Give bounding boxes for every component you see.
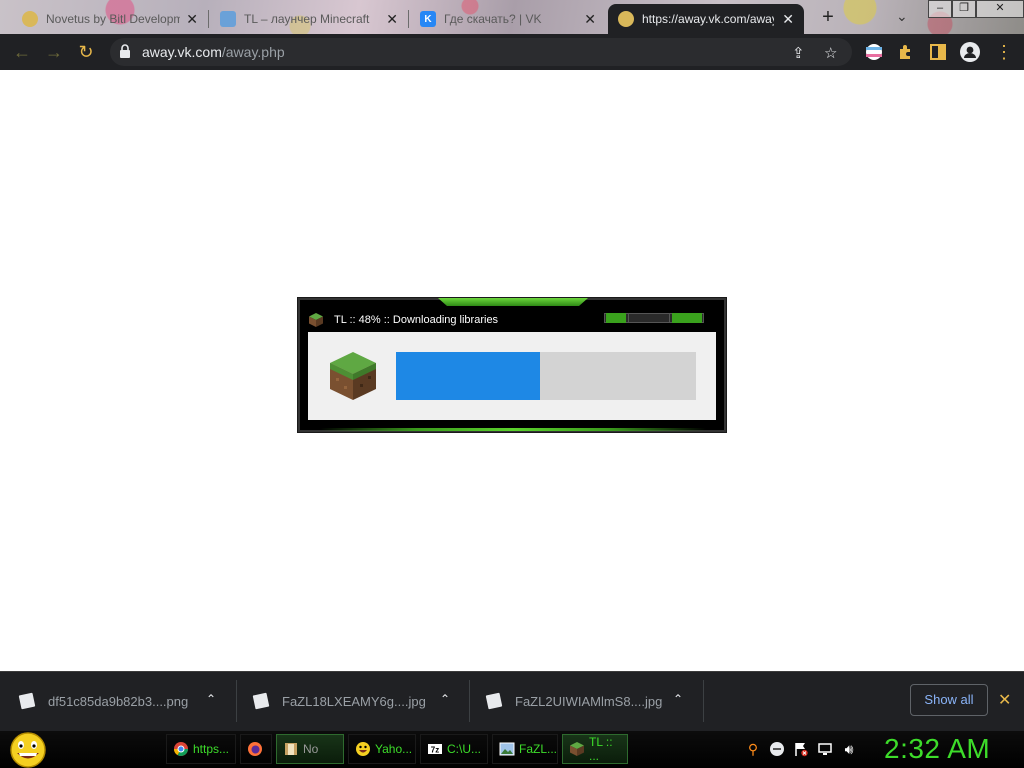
minimize-button[interactable]: –	[928, 0, 952, 18]
launcher-maximize-button[interactable]	[628, 313, 670, 323]
minecraft-block-icon	[570, 742, 584, 756]
close-window-button[interactable]: ✕	[976, 0, 1024, 18]
task-tl-launcher[interactable]: TL :: ...	[562, 734, 628, 764]
restore-button[interactable]: ❐	[952, 0, 976, 18]
chrome-icon	[174, 742, 188, 756]
profile-avatar-icon[interactable]	[960, 42, 980, 62]
menu-kebab-icon[interactable]: ⋮	[992, 40, 1016, 64]
tab-tl-launcher[interactable]: TL – лаунчер Minecraft ✕	[210, 4, 408, 34]
tab-strip: Novetus by Bitl Developm ✕ TL – лаунчер …	[0, 0, 1024, 34]
tab-close-icon[interactable]: ✕	[584, 11, 596, 28]
back-button[interactable]: ←	[10, 40, 34, 64]
task-7zip[interactable]: 7z C:\U...	[420, 734, 488, 764]
launcher-header: TL :: 48% :: Downloading libraries	[308, 310, 498, 330]
reload-button[interactable]: ↻	[74, 40, 98, 64]
tab-novetus[interactable]: Novetus by Bitl Developm ✕	[12, 4, 208, 34]
launcher-close-button[interactable]	[672, 313, 702, 323]
address-bar[interactable]: away.vk.com/away.php ⇪ ☆	[110, 38, 852, 66]
download-progress-bar	[396, 352, 696, 400]
translate-flag-icon[interactable]	[864, 42, 884, 62]
file-icon	[485, 692, 503, 710]
launcher-minimize-button[interactable]	[606, 313, 626, 323]
volume-speaker-icon[interactable]: 🔊︎	[840, 740, 858, 758]
progress-fill	[396, 352, 540, 400]
tab-divider	[208, 10, 209, 28]
minecraft-grass-block-icon	[330, 352, 376, 400]
chevron-up-icon[interactable]: ⌃	[440, 692, 450, 706]
messenger-status-icon[interactable]	[768, 740, 786, 758]
extensions-puzzle-icon[interactable]	[896, 42, 916, 62]
tab-close-icon[interactable]: ✕	[386, 11, 398, 28]
task-explorer[interactable]: No	[276, 734, 344, 764]
svg-text:7z: 7z	[431, 746, 439, 755]
tab-close-icon[interactable]: ✕	[186, 11, 198, 28]
tab-divider	[408, 10, 409, 28]
url-text: away.vk.com/away.php	[142, 44, 285, 60]
download-divider	[703, 680, 704, 722]
7zip-icon: 7z	[428, 744, 442, 755]
novetus-icon	[22, 11, 38, 27]
task-image-viewer[interactable]: FaZL...	[492, 734, 558, 764]
chevron-up-icon[interactable]: ⌃	[673, 692, 683, 706]
taskbar: https... No Yaho... 7z C:\U... FaZL... T…	[0, 731, 1024, 768]
tab-search-chevron-icon[interactable]: ⌄	[896, 8, 908, 25]
tl-launcher-window: TL :: 48% :: Downloading libraries	[298, 298, 726, 432]
new-tab-button[interactable]: +	[816, 6, 840, 30]
launcher-body	[308, 332, 716, 420]
download-divider	[236, 680, 237, 722]
launcher-top-accent	[438, 298, 588, 306]
explorer-icon	[285, 743, 297, 755]
download-item[interactable]: FaZL2UIWIAMlmS8....jpg ⌃	[485, 672, 703, 730]
browser-toolbar: ← → ↻ away.vk.com/away.php ⇪ ☆ ⋮	[0, 34, 1024, 70]
vk-icon: K	[420, 11, 436, 27]
close-shelf-icon[interactable]: ✕	[998, 690, 1011, 710]
away-icon	[618, 11, 634, 27]
action-center-flag-icon[interactable]	[792, 740, 810, 758]
side-panel-icon[interactable]	[928, 42, 948, 62]
download-item[interactable]: df51c85da9b82b3....png ⌃	[18, 672, 236, 730]
chevron-up-icon[interactable]: ⌃	[206, 692, 216, 706]
tab-away-vk[interactable]: https://away.vk.com/away ✕	[608, 4, 804, 34]
download-item[interactable]: FaZL18LXEAMY6g....jpg ⌃	[252, 672, 470, 730]
launcher-bottom-accent	[320, 428, 706, 431]
taskbar-clock[interactable]: 2:32 AM	[884, 733, 990, 765]
tab-vk[interactable]: K Где скачать? | VK ✕	[410, 4, 606, 34]
lock-icon	[120, 44, 130, 58]
download-divider	[469, 680, 470, 722]
firefox-icon	[248, 742, 262, 756]
yahoo-messenger-icon	[356, 742, 370, 756]
minecraft-block-icon	[309, 313, 323, 327]
download-shelf: df51c85da9b82b3....png ⌃ FaZL18LXEAMY6g.…	[0, 671, 1024, 731]
forward-button[interactable]: →	[42, 40, 66, 64]
share-icon[interactable]: ⇪	[792, 44, 805, 62]
bookmark-star-icon[interactable]: ☆	[824, 44, 837, 62]
task-firefox[interactable]	[240, 734, 272, 764]
start-button-smiley-icon[interactable]	[8, 731, 48, 768]
launcher-status-title: TL :: 48% :: Downloading libraries	[334, 314, 499, 326]
search-magnifier-icon[interactable]: ⚲	[744, 740, 762, 758]
file-icon	[252, 692, 270, 710]
network-icon[interactable]	[816, 740, 834, 758]
tab-close-icon[interactable]: ✕	[782, 11, 794, 28]
task-chrome[interactable]: https...	[166, 734, 236, 764]
file-icon	[18, 692, 36, 710]
tl-launcher-icon	[220, 11, 236, 27]
show-all-button[interactable]: Show all	[910, 684, 988, 716]
image-viewer-icon	[499, 742, 515, 756]
task-yahoo-messenger[interactable]: Yaho...	[348, 734, 416, 764]
